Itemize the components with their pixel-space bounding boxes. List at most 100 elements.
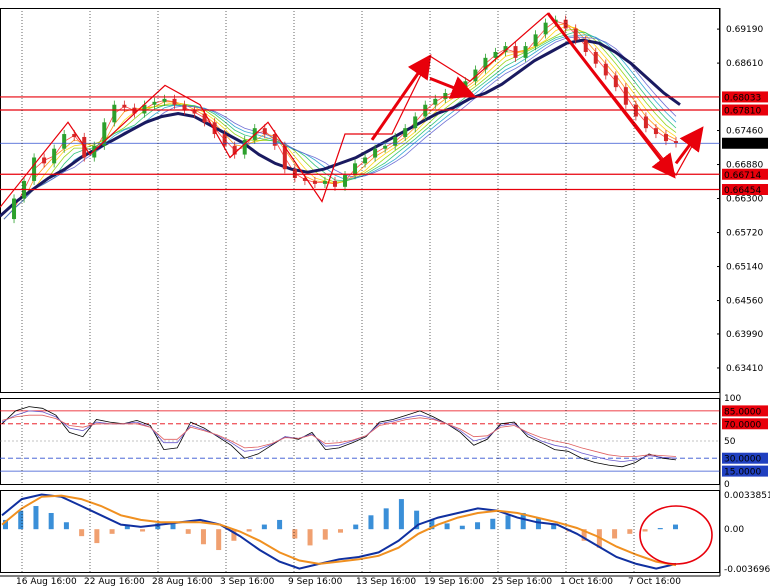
x-tick-label: 7 Oct 16:00 [628, 577, 681, 587]
macd-histogram-bar [33, 506, 39, 530]
x-tick-label: 1 Oct 16:00 [560, 577, 613, 587]
candle-body [393, 136, 398, 146]
candle-body [172, 98, 177, 105]
annotation-arrow [546, 12, 676, 179]
price-panel [0, 8, 720, 393]
macd-histogram-bar [475, 522, 481, 530]
candle-body [42, 157, 47, 164]
candle-body [322, 180, 327, 184]
macd-histogram-bar [673, 524, 678, 530]
price-level-tag-label: 0.68033 [724, 93, 761, 103]
panel-frame [0, 398, 720, 485]
candle-body [583, 40, 588, 52]
macd-histogram-bar [444, 523, 450, 530]
price-level-tag-label: 0.67243 [724, 140, 761, 150]
candle-body [152, 101, 157, 105]
candle-body [653, 128, 658, 135]
price-tick-label: 0.65140 [726, 263, 763, 273]
osc-series-line [1, 410, 677, 463]
oscillator-axis: 85.0000 70.0000 30.0000 15.0000 100 50 0 [722, 394, 768, 490]
candle-body [262, 128, 267, 135]
macd-histogram-bar [48, 512, 54, 530]
macd-histogram-bar [505, 515, 511, 530]
candle-body [363, 157, 368, 164]
candle-body [573, 28, 578, 41]
annotation-arrow [674, 126, 704, 165]
candle-body [533, 34, 538, 47]
candle-body [162, 98, 167, 102]
candle-body [192, 110, 197, 114]
candle-body [312, 180, 317, 184]
candle-body [52, 148, 57, 164]
candle-body [12, 198, 17, 220]
x-tick-label: 13 Sep 16:00 [356, 577, 416, 587]
candle-body [112, 104, 117, 123]
panel-frame [0, 490, 720, 573]
x-tick-label: 9 Sep 16:00 [288, 577, 343, 587]
price-tick-label: 0.65720 [726, 229, 763, 239]
chart-root: 16 Aug 16:00 22 Aug 16:00 28 Aug 16:00 3 Se… [0, 8, 770, 587]
x-tick-label: 28 Aug 16:00 [152, 577, 213, 587]
highlight-circle [639, 505, 713, 565]
candle-body [413, 116, 418, 129]
macd-histogram-bar [185, 529, 191, 534]
macd-histogram-bar [140, 529, 146, 532]
macd-histogram-bar [292, 529, 298, 539]
candle-body [353, 163, 358, 176]
candle-body [523, 46, 528, 58]
macd-histogram-bar [307, 529, 313, 546]
macd-histogram-bar [353, 524, 359, 530]
candle-body [663, 134, 668, 142]
macd-histogram-bar [322, 529, 328, 540]
macd-histogram-bar [612, 529, 618, 539]
candle-body [32, 157, 37, 181]
macd-histogram-bar [18, 510, 24, 530]
osc-tick-label: 0 [724, 480, 730, 490]
macd-panel [0, 490, 720, 573]
candle-body [383, 145, 388, 149]
macd-histogram-bar [459, 525, 465, 530]
osc-level-tag-label: 15.0000 [724, 468, 761, 478]
candle-body [643, 116, 648, 129]
osc-level-tag-label: 30.0000 [724, 455, 761, 465]
x-tick-label: 19 Sep 16:00 [424, 577, 484, 587]
price-tick-label: 0.63990 [726, 330, 763, 340]
macd-histogram-bar [216, 529, 222, 551]
macd-histogram-bar [79, 529, 85, 537]
macd-tick-label: -0.0036963 [724, 565, 770, 575]
candle-body [122, 104, 127, 108]
macd-histogram-bar [200, 529, 206, 545]
macd-tick-label: 0.0033851 [724, 491, 770, 501]
x-tick-label: 25 Sep 16:00 [492, 577, 552, 587]
macd-histogram-bar [490, 518, 496, 530]
osc-level-tag-label: 85.0000 [724, 407, 761, 417]
price-tick-label: 0.63410 [726, 364, 763, 374]
macd-histogram-bar [627, 529, 633, 534]
candle-body [62, 134, 67, 149]
macd-histogram-bar [109, 529, 115, 534]
osc-tick-label: 100 [724, 394, 741, 404]
osc-level-tag-label: 70.0000 [724, 420, 761, 430]
candle-body [332, 180, 337, 187]
x-tick-label: 3 Sep 16:00 [220, 577, 275, 587]
price-tick-label: 0.67460 [726, 127, 763, 137]
macd-histogram-bar [383, 508, 389, 530]
x-tick-label: 16 Aug 16:00 [16, 577, 77, 587]
candle-body [272, 134, 277, 146]
candle-body [373, 148, 378, 158]
osc-series-line [1, 406, 677, 468]
macd-histogram-bar [642, 529, 648, 532]
panel-frame [0, 8, 720, 393]
macd-histogram-bar [261, 524, 267, 530]
price-level-tag-label: 0.66714 [724, 171, 761, 181]
macd-axis: 0.0033851 0.00 -0.0036963 [724, 491, 770, 575]
candle-body [463, 81, 468, 91]
price-tick-label: 0.64560 [726, 297, 763, 307]
macd-histogram-bar [338, 529, 343, 533]
candle-body [563, 19, 568, 29]
macd-histogram-bar [277, 519, 283, 530]
price-tick-label: 0.66300 [726, 195, 763, 205]
price-level-tag-label: 0.67810 [724, 107, 761, 117]
macd-histogram-bar [657, 528, 663, 530]
candle-body [443, 93, 448, 99]
